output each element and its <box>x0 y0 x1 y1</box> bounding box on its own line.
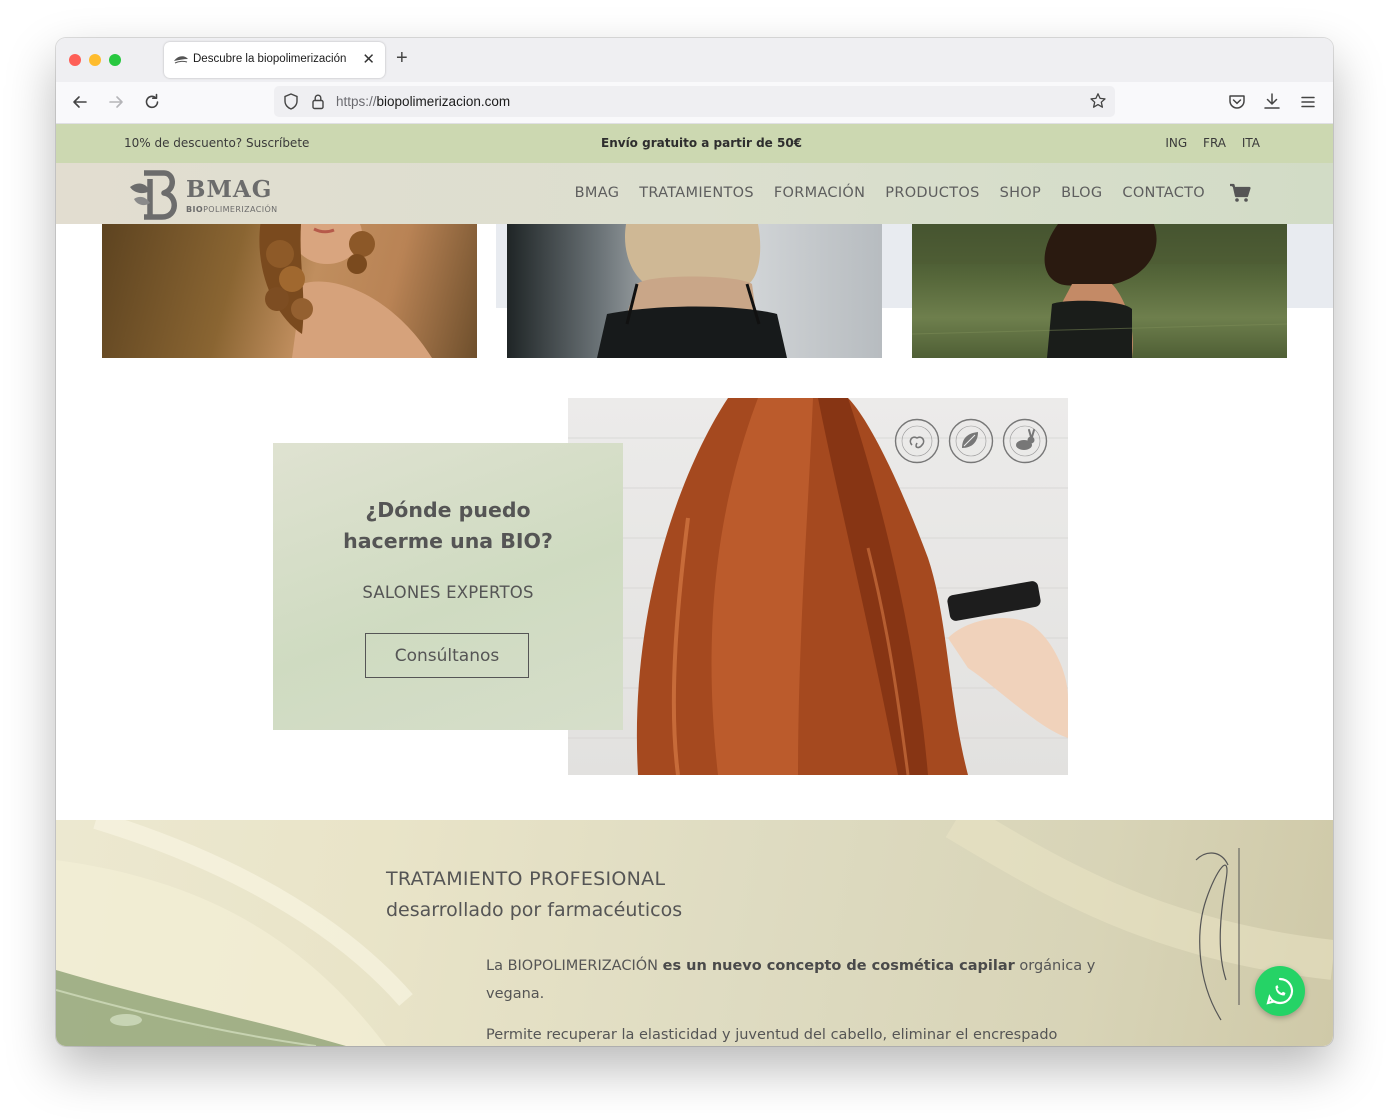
tab-active[interactable]: Descubre la biopolimerización ✕ <box>164 42 385 78</box>
nav-item-productos[interactable]: PRODUCTOS <box>885 185 979 201</box>
field-hair-photo[interactable] <box>912 224 1287 358</box>
tab-title: Descubre la biopolimerización <box>193 53 347 65</box>
maximize-window-button[interactable] <box>109 54 121 66</box>
subscribe-link[interactable]: 10% de descuento? Suscríbete <box>124 136 309 150</box>
bio-card: ¿Dónde puedo hacerme una BIO? SALONES EX… <box>273 443 623 730</box>
address-bar[interactable]: https://biopolimerizacion.com <box>274 86 1115 117</box>
language-switcher: ING FRA ITA <box>1153 136 1260 150</box>
shopping-cart-icon[interactable] <box>1229 183 1251 203</box>
free-shipping-text: Envío gratuito a partir de 50€ <box>601 136 803 150</box>
cosmetica-etica-badge-icon <box>894 418 940 464</box>
profesional-subtitle: desarrollado por farmacéuticos <box>386 899 683 921</box>
close-window-button[interactable] <box>69 54 81 66</box>
profesional-title: TRATAMIENTO PROFESIONAL <box>386 868 666 890</box>
site-header: BMAG BIOPOLIMERIZACIÓN BMAG TRATAMIENTOS… <box>56 163 1333 224</box>
whatsapp-icon <box>1266 977 1294 1005</box>
curly-hair-photo[interactable] <box>102 224 477 358</box>
url-host: biopolimerizacion.com <box>376 94 511 109</box>
consultanos-button[interactable]: Consúltanos <box>365 633 529 678</box>
bio-title-line-2: hacerme una BIO? <box>343 529 553 553</box>
curly-hair-illustration <box>259 224 432 358</box>
lang-ita-link[interactable]: ITA <box>1242 136 1260 150</box>
logo-name: BMAG <box>186 176 273 203</box>
logo-sub-rest: POLIMERIZACIÓN <box>203 205 278 214</box>
nav-item-contacto[interactable]: CONTACTO <box>1122 185 1205 201</box>
navigation-toolbar: https://biopolimerizacion.com <box>56 82 1333 124</box>
logo-subtitle: BIOPOLIMERIZACIÓN <box>186 205 278 214</box>
tab-bar: Descubre la biopolimerización ✕ + <box>56 38 1333 82</box>
long-hair-photo <box>568 398 1068 775</box>
nav-item-blog[interactable]: BLOG <box>1061 185 1102 201</box>
back-arrow-icon[interactable] <box>69 91 91 113</box>
url-text[interactable]: https://biopolimerizacion.com <box>336 94 510 109</box>
lock-icon[interactable] <box>311 93 325 110</box>
certification-badges <box>894 418 1048 464</box>
url-scheme: https:// <box>336 94 377 109</box>
new-tab-button[interactable]: + <box>396 47 408 69</box>
minimize-window-button[interactable] <box>89 54 101 66</box>
leaf-favicon-icon <box>174 56 188 64</box>
p1-bold: es un nuevo concepto de cosmética capila… <box>662 958 1015 974</box>
logo-b-leaf-icon <box>130 170 177 220</box>
bookmark-star-icon[interactable] <box>1089 92 1107 110</box>
profesional-paragraph-2: Permite recuperar la elasticidad y juven… <box>486 1027 1058 1043</box>
lang-ing-link[interactable]: ING <box>1165 136 1187 150</box>
vegan-product-badge-icon <box>948 418 994 464</box>
tracking-shield-icon[interactable] <box>283 93 299 110</box>
reload-icon[interactable] <box>141 91 163 113</box>
site-logo[interactable]: BMAG BIOPOLIMERIZACIÓN <box>128 169 288 221</box>
nav-item-bmag[interactable]: BMAG <box>575 185 620 201</box>
photo-strip <box>56 224 1333 358</box>
page-viewport: 10% de descuento? Suscríbete Envío gratu… <box>56 124 1333 1046</box>
forward-arrow-icon[interactable] <box>105 91 127 113</box>
downloads-icon[interactable] <box>1261 91 1283 113</box>
nav-item-tratamientos[interactable]: TRATAMIENTOS <box>639 185 754 201</box>
profesional-paragraph-1: La BIOPOLIMERIZACIÓN es un nuevo concept… <box>486 952 1126 1008</box>
main-nav: BMAG TRATAMIENTOS FORMACIÓN PRODUCTOS SH… <box>575 183 1251 203</box>
field-hair-illustration <box>912 224 1287 358</box>
pocket-icon[interactable] <box>1226 91 1248 113</box>
petal-background-illustration <box>56 820 1333 1046</box>
nav-item-formacion[interactable]: FORMACIÓN <box>774 185 865 201</box>
blonde-hair-illustration <box>597 224 787 358</box>
profesional-section: TRATAMIENTO PROFESIONAL desarrollado por… <box>56 820 1333 1046</box>
lang-fra-link[interactable]: FRA <box>1203 136 1226 150</box>
promo-bar: 10% de descuento? Suscríbete Envío gratu… <box>56 124 1333 163</box>
tab-close-icon[interactable]: ✕ <box>362 50 375 68</box>
not-tested-on-animals-badge-icon <box>1002 418 1048 464</box>
bio-subtitle: SALONES EXPERTOS <box>362 583 534 602</box>
hamburger-menu-icon[interactable] <box>1297 91 1319 113</box>
logo-sub-bold: BIO <box>186 205 204 214</box>
blonde-hair-photo[interactable] <box>507 224 882 358</box>
p1-intro: La BIOPOLIMERIZACIÓN <box>486 958 663 974</box>
bio-title: ¿Dónde puedo hacerme una BIO? <box>273 495 623 557</box>
bio-title-line-1: ¿Dónde puedo <box>365 498 531 522</box>
nav-item-shop[interactable]: SHOP <box>1000 185 1041 201</box>
whatsapp-button[interactable] <box>1255 966 1305 1016</box>
browser-window: Descubre la biopolimerización ✕ + https:… <box>56 38 1333 1046</box>
